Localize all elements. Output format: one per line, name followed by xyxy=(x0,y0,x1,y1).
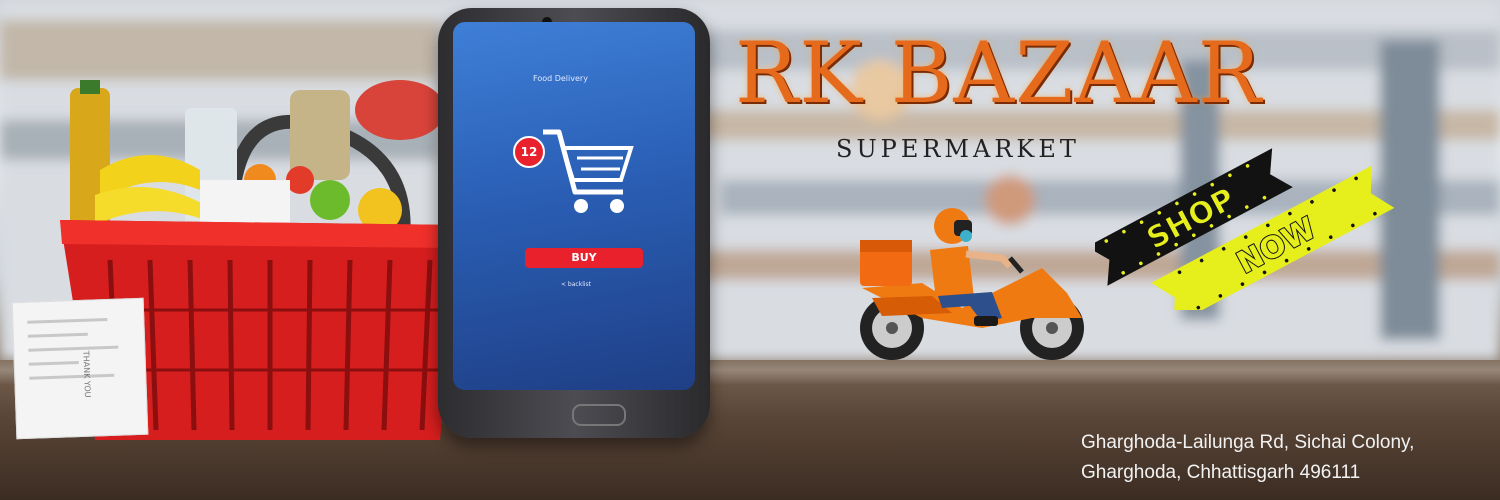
shopping-cart-icon xyxy=(543,129,634,213)
back-link[interactable]: < backlist xyxy=(561,281,591,288)
delivery-scooter-icon xyxy=(860,208,1084,360)
cart-count-badge: 12 xyxy=(513,136,545,168)
shop-now-button[interactable]: SHOP NOW xyxy=(1095,140,1400,310)
brand-tagline: SUPERMARKET xyxy=(836,135,1080,163)
receipt-paper: THANK YOU xyxy=(11,297,149,440)
address-line-1: Gharghoda-Lailunga Rd, Sichai Colony, xyxy=(1081,432,1415,453)
address-line-2: Gharghoda, Chhattisgarh 496111 xyxy=(1081,462,1361,483)
store-address: Gharghoda-Lailunga Rd, Sichai Colony, Gh… xyxy=(1081,428,1481,488)
buy-button[interactable]: BUY xyxy=(525,248,643,268)
hero-banner: THANK YOU Food Delivery 12 BUY < backlis… xyxy=(0,0,1500,500)
brand-name: RK BAZAAR xyxy=(735,24,1263,122)
phone-home-button xyxy=(572,404,626,426)
phone-screen: Food Delivery 12 BUY < backlist xyxy=(453,22,695,390)
app-title: Food Delivery xyxy=(533,74,588,83)
receipt-text: THANK YOU xyxy=(81,350,93,398)
